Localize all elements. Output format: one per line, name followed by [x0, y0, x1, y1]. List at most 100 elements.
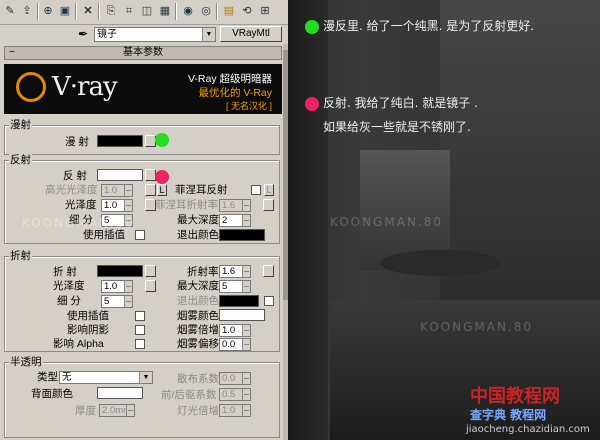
material-id-icon[interactable]: ▦: [158, 4, 172, 18]
light-mult-label: 灯光倍增: [177, 405, 219, 417]
chevron-down-icon[interactable]: ▼: [202, 28, 215, 41]
toolbar-divider: [75, 3, 77, 20]
fwd-back-coeff-value: 0.5: [222, 389, 236, 400]
ior-label: 折射率: [187, 266, 219, 278]
thickness-spinner[interactable]: 2.0mm: [99, 404, 135, 417]
copy-icon[interactable]: ⎘: [104, 4, 118, 18]
vray-banner: V·ray V-Ray 超级明暗器 最优化的 V-Ray [ 无名汉化 ]: [4, 64, 282, 114]
refr-exit-color-checkbox[interactable]: [264, 296, 274, 306]
pick-material-icon[interactable]: ✎: [3, 4, 17, 18]
fog-color-label: 烟雾颜色: [177, 310, 219, 322]
affect-alpha-label: 影响 Alpha: [53, 338, 104, 350]
chevron-down-icon[interactable]: ▼: [139, 372, 152, 383]
back-color-label: 背面颜色: [31, 388, 73, 400]
assign-icon[interactable]: ⊕: [41, 4, 55, 18]
reflection-group-title: 反射: [9, 154, 32, 166]
scatter-coeff-spinner[interactable]: 0.0: [219, 372, 251, 385]
go-parent-icon[interactable]: ▤: [222, 4, 236, 18]
refl-max-depth-label: 最大深度: [177, 214, 219, 226]
refl-interp-checkbox[interactable]: [135, 230, 145, 240]
ior-spinner[interactable]: 1.6: [219, 265, 251, 278]
diffuse-group: 漫射 漫 射: [4, 119, 280, 155]
material-name-text: 镜子: [97, 29, 117, 40]
scatter-coeff-value: 0.0: [222, 373, 236, 384]
site-url: jiaocheng.chazidian.com: [466, 424, 590, 435]
ior-value: 1.6: [222, 266, 236, 277]
site-logo-cn: 中国教程网: [470, 386, 560, 407]
show-end-icon[interactable]: ◎: [199, 4, 213, 18]
refr-subdivs-value: 5: [104, 296, 110, 307]
navigator-icon[interactable]: ⊞: [258, 4, 272, 18]
refr-gloss-map-button[interactable]: [145, 280, 156, 292]
fresnel-ior-label: 菲涅耳折射率: [155, 199, 218, 211]
hilight-gloss-label: 高光光泽度: [45, 184, 98, 196]
refr-max-depth-label: 最大深度: [177, 280, 219, 292]
fog-bias-label: 烟雾偏移: [177, 338, 219, 350]
ior-map-button[interactable]: [263, 265, 274, 277]
refr-interp-checkbox[interactable]: [135, 311, 145, 321]
scrollbar-thumb[interactable]: [283, 50, 288, 300]
fog-color-swatch[interactable]: [219, 309, 265, 321]
reflect-color-swatch[interactable]: [97, 169, 143, 181]
panel-scrollbar[interactable]: [283, 44, 288, 440]
show-map-icon[interactable]: ◉: [181, 4, 195, 18]
fwd-back-coeff-label: 前/后驱系数: [161, 389, 217, 401]
material-type-button[interactable]: VRayMtl: [220, 26, 282, 42]
refr-max-depth-spinner[interactable]: 5: [219, 280, 251, 293]
refr-gloss-value: 1.0: [104, 281, 118, 292]
material-name-row: ✒ 镜子 ▼ VRayMtl: [0, 26, 288, 44]
material-toolbar: ✎ ⇪ ⊕ ▣ ✕ ⎘ ⌗ ◫ ▦ ◉ ◎ ▤ ⟲ ⊞: [0, 0, 288, 25]
refraction-group: 折射 折 射 光泽度 1.0 细 分 5 使用插值 影响阴影 影响 Alpha …: [4, 250, 280, 352]
refl-gloss-spinner[interactable]: 1.0: [101, 199, 133, 212]
refract-map-button[interactable]: [145, 265, 156, 277]
fog-bias-value: 0.0: [222, 339, 236, 350]
refr-interp-label: 使用插值: [67, 310, 109, 322]
fresnel-ior-value: 1.6: [222, 200, 236, 211]
diffuse-color-swatch[interactable]: [97, 135, 143, 147]
refl-max-depth-spinner[interactable]: 2: [219, 214, 251, 227]
diffuse-group-title: 漫射: [9, 119, 32, 131]
affect-shadows-label: 影响阴影: [67, 324, 109, 336]
translucency-type-select[interactable]: 无 ▼: [59, 371, 153, 384]
fresnel-lock-button[interactable]: L: [264, 184, 274, 196]
refr-exit-color-swatch[interactable]: [219, 295, 259, 307]
banner-line-2: 最优化的 V-Ray: [198, 87, 272, 99]
fresnel-ior-spinner[interactable]: 1.6: [219, 199, 251, 212]
put-library-icon[interactable]: ◫: [140, 4, 154, 18]
scene-watermark: KOONGMAN.80: [420, 320, 534, 334]
refr-gloss-spinner[interactable]: 1.0: [101, 280, 133, 293]
light-mult-spinner[interactable]: 1.0: [219, 404, 251, 417]
translucency-group: 半透明 类型 无 ▼ 背面颜色 厚度 2.0mm 散布系数 0.0 前/后驱系数…: [4, 356, 280, 438]
toolbar-divider: [175, 3, 177, 20]
hilight-lock-button[interactable]: L: [157, 184, 167, 196]
hilight-gloss-spinner[interactable]: 1.0: [101, 184, 133, 197]
refl-exit-color-swatch[interactable]: [219, 229, 265, 241]
delete-icon[interactable]: ✕: [81, 4, 95, 18]
hilight-gloss-map-button[interactable]: [145, 184, 156, 196]
fresnel-label: 菲涅耳反射: [175, 184, 228, 196]
hilight-gloss-value: 1.0: [104, 185, 118, 196]
go-forward-sibling-icon[interactable]: ⟲: [240, 4, 254, 18]
rollout-title: 基本参数: [123, 47, 163, 58]
affect-alpha-checkbox[interactable]: [135, 339, 145, 349]
refr-subdivs-spinner[interactable]: 5: [101, 295, 133, 308]
refr-max-depth-value: 5: [222, 281, 228, 292]
annotation-reflection-note: 反射. 我给了纯白. 就是镜子 .: [323, 96, 478, 110]
fwd-back-coeff-spinner[interactable]: 0.5: [219, 388, 251, 401]
refract-color-swatch[interactable]: [97, 265, 143, 277]
eyedropper-icon[interactable]: ✒: [78, 28, 88, 40]
fresnel-checkbox[interactable]: [251, 185, 261, 195]
toolbar-divider: [216, 3, 218, 20]
basic-params-rollout-header[interactable]: − 基本参数: [4, 46, 282, 60]
fog-bias-spinner[interactable]: 0.0: [219, 338, 251, 351]
back-color-swatch[interactable]: [97, 387, 143, 399]
refraction-group-title: 折射: [9, 250, 32, 262]
reset-icon[interactable]: ▣: [58, 4, 72, 18]
put-to-scene-icon[interactable]: ⇪: [20, 4, 34, 18]
fog-mult-spinner[interactable]: 1.0: [219, 324, 251, 337]
affect-shadows-checkbox[interactable]: [135, 325, 145, 335]
diffuse-label: 漫 射: [65, 136, 89, 148]
unique-icon[interactable]: ⌗: [122, 4, 136, 18]
material-name-field[interactable]: 镜子 ▼: [94, 27, 216, 42]
fresnel-ior-map-button[interactable]: [263, 199, 274, 211]
